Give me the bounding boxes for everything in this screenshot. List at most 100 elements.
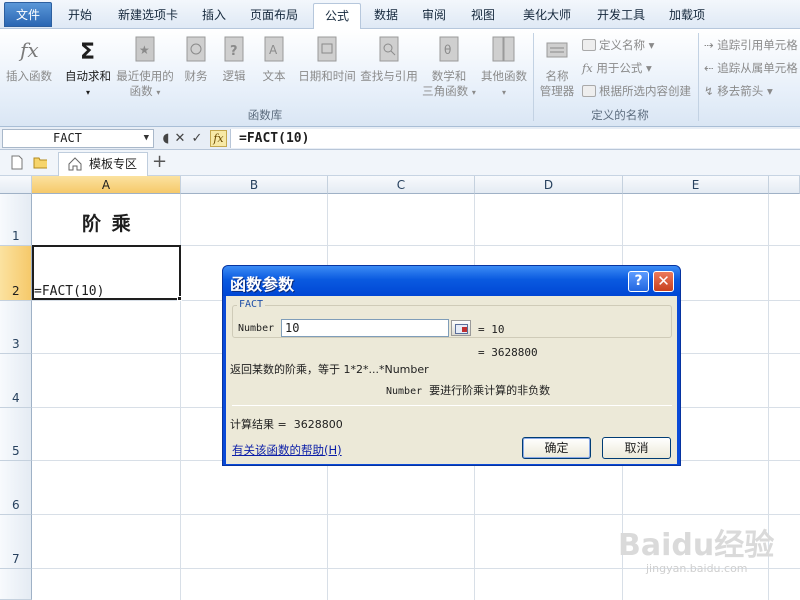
trace-dependents-button[interactable]: ⇠ 追踪从属单元格: [704, 60, 798, 76]
tab-new[interactable]: 新建选项卡: [108, 3, 188, 29]
add-tab-icon[interactable]: +: [152, 151, 167, 172]
argument-label: Number: [238, 323, 275, 334]
group-label-names: 定义的名称: [591, 108, 649, 122]
svg-text:Σ: Σ: [80, 40, 95, 65]
select-all-corner[interactable]: [0, 176, 32, 194]
svg-text:fx: fx: [18, 38, 39, 62]
name-manager-button[interactable]: 名称 管理器: [536, 35, 578, 99]
text-functions-button[interactable]: A 文本: [258, 35, 290, 84]
ok-button[interactable]: 确定: [522, 437, 591, 459]
ribbon-separator: [698, 33, 699, 121]
cancel-icon[interactable]: ✕: [172, 130, 188, 147]
row-header-8[interactable]: [0, 569, 32, 600]
tab-beautify[interactable]: 美化大师: [514, 3, 580, 29]
watermark-logo: Baidu经验: [618, 528, 775, 563]
tab-insert[interactable]: 插入: [194, 3, 234, 29]
remove-arrows-button[interactable]: ↯ 移去箭头 ▾: [704, 83, 773, 99]
book-question-icon: ?: [221, 35, 247, 65]
tab-page-layout[interactable]: 页面布局: [240, 3, 308, 29]
formula-input[interactable]: =FACT(10): [230, 129, 800, 148]
name-box[interactable]: FACT ▼: [2, 129, 154, 148]
chevron-down-icon[interactable]: ▼: [144, 130, 149, 147]
ribbon-tab-bar: 文件 开始 新建选项卡 插入 页面布局 公式 数据 审阅 视图 美化大师 开发工…: [0, 0, 800, 30]
calculation-result: 计算结果 = 3628800: [230, 418, 343, 431]
new-document-icon[interactable]: [10, 155, 24, 170]
cell-a1[interactable]: 阶 乘: [82, 209, 133, 236]
tab-file[interactable]: 文件: [4, 2, 52, 27]
ribbon-formulas: fx 插入函数 Σ 自动求和 ▾ ★ 最近使用的 函数 ▾ 财务 ? 逻辑 A: [0, 29, 800, 127]
dialog-title-bar[interactable]: 函数参数 ? ✕: [223, 266, 680, 296]
row-header-6[interactable]: 6: [0, 461, 32, 515]
tab-review[interactable]: 审阅: [414, 3, 454, 29]
svg-text:θ: θ: [444, 43, 451, 57]
help-icon[interactable]: ?: [628, 271, 649, 292]
tab-developer[interactable]: 开发工具: [588, 3, 654, 29]
book-star-icon: ★: [132, 35, 158, 65]
column-header-a[interactable]: A: [32, 176, 181, 194]
active-cell-border: [32, 245, 181, 300]
tab-formulas[interactable]: 公式: [313, 3, 361, 30]
trace-arrow-icon: ⇠: [704, 61, 714, 75]
range-picker-icon[interactable]: [451, 320, 471, 336]
document-tab-bar: 模板专区 +: [0, 150, 800, 176]
book-search-icon: [376, 35, 402, 65]
insert-function-icon[interactable]: fx: [210, 130, 227, 147]
dialog-title: 函数参数: [230, 275, 295, 294]
book-money-icon: [183, 35, 209, 65]
row-header-3[interactable]: 3: [0, 301, 32, 354]
row-header-4[interactable]: 4: [0, 354, 32, 408]
autosum-button[interactable]: Σ 自动求和 ▾: [62, 35, 114, 100]
function-help-link[interactable]: 有关该函数的帮助(H): [232, 442, 342, 458]
function-arguments-dialog: 函数参数 ? ✕ FACT Number 10 = 10 = 3628800 返…: [222, 265, 681, 466]
svg-text:★: ★: [139, 43, 150, 57]
grid-icon: [582, 85, 596, 97]
tag-icon: [582, 39, 596, 51]
argument-result: = 10: [478, 323, 505, 336]
tab-view[interactable]: 视图: [462, 3, 504, 29]
row-header-7[interactable]: 7: [0, 515, 32, 569]
tab-home[interactable]: 开始: [58, 3, 102, 29]
sigma-icon: Σ: [75, 35, 101, 65]
column-header-b[interactable]: B: [181, 176, 328, 194]
define-name-button[interactable]: 定义名称 ▾: [582, 37, 654, 53]
row-header-1[interactable]: 1: [0, 194, 32, 246]
trace-precedents-button[interactable]: ⇢ 追踪引用单元格: [704, 37, 798, 53]
financial-button[interactable]: 财务: [180, 35, 212, 84]
math-trig-button[interactable]: θ 数学和 三角函数 ▾: [420, 35, 478, 100]
logical-button[interactable]: ? 逻辑: [218, 35, 250, 84]
more-functions-button[interactable]: 其他函数 ▾: [478, 35, 530, 100]
function-result: = 3628800: [478, 346, 538, 359]
fill-handle[interactable]: [177, 296, 182, 301]
close-icon[interactable]: ✕: [653, 271, 674, 292]
create-from-selection-button[interactable]: 根据所选内容创建: [582, 83, 691, 99]
recently-used-button[interactable]: ★ 最近使用的 函数 ▾: [114, 35, 176, 100]
book-calendar-icon: [314, 35, 340, 65]
tab-template-zone[interactable]: 模板专区: [58, 152, 148, 176]
row-header-5[interactable]: 5: [0, 408, 32, 461]
column-header-d[interactable]: D: [475, 176, 623, 194]
tab-addins[interactable]: 加载项: [662, 3, 712, 29]
book-theta-icon: θ: [436, 35, 462, 65]
number-argument-input[interactable]: 10: [281, 319, 449, 337]
column-header-e[interactable]: E: [623, 176, 769, 194]
dialog-body: FACT Number 10 = 10 = 3628800 返回某数的阶乘，等于…: [226, 296, 677, 464]
lookup-reference-button[interactable]: 查找与引用: [358, 35, 420, 84]
chevron-down-icon: ▾: [85, 88, 90, 97]
datetime-button[interactable]: 日期和时间: [296, 35, 358, 84]
column-header-f[interactable]: [769, 176, 800, 194]
tab-data[interactable]: 数据: [366, 3, 406, 29]
watermark-url: jingyan.baidu.com: [646, 562, 748, 575]
trace-arrow-icon: ⇢: [704, 38, 714, 52]
group-label-library: 函数库: [247, 108, 283, 122]
cancel-button[interactable]: 取消: [602, 437, 671, 459]
enter-icon[interactable]: ✓: [189, 130, 205, 147]
eraser-icon: ↯: [704, 84, 714, 98]
use-in-formula-button[interactable]: fx 用于公式 ▾: [582, 60, 652, 76]
column-header-c[interactable]: C: [328, 176, 475, 194]
folder-icon[interactable]: [33, 155, 47, 170]
row-header-2[interactable]: 2: [0, 246, 32, 301]
books-icon: [491, 35, 517, 65]
insert-function-button[interactable]: fx 插入函数: [2, 35, 56, 84]
dialog-divider: [232, 405, 672, 406]
svg-text:A: A: [269, 43, 278, 57]
